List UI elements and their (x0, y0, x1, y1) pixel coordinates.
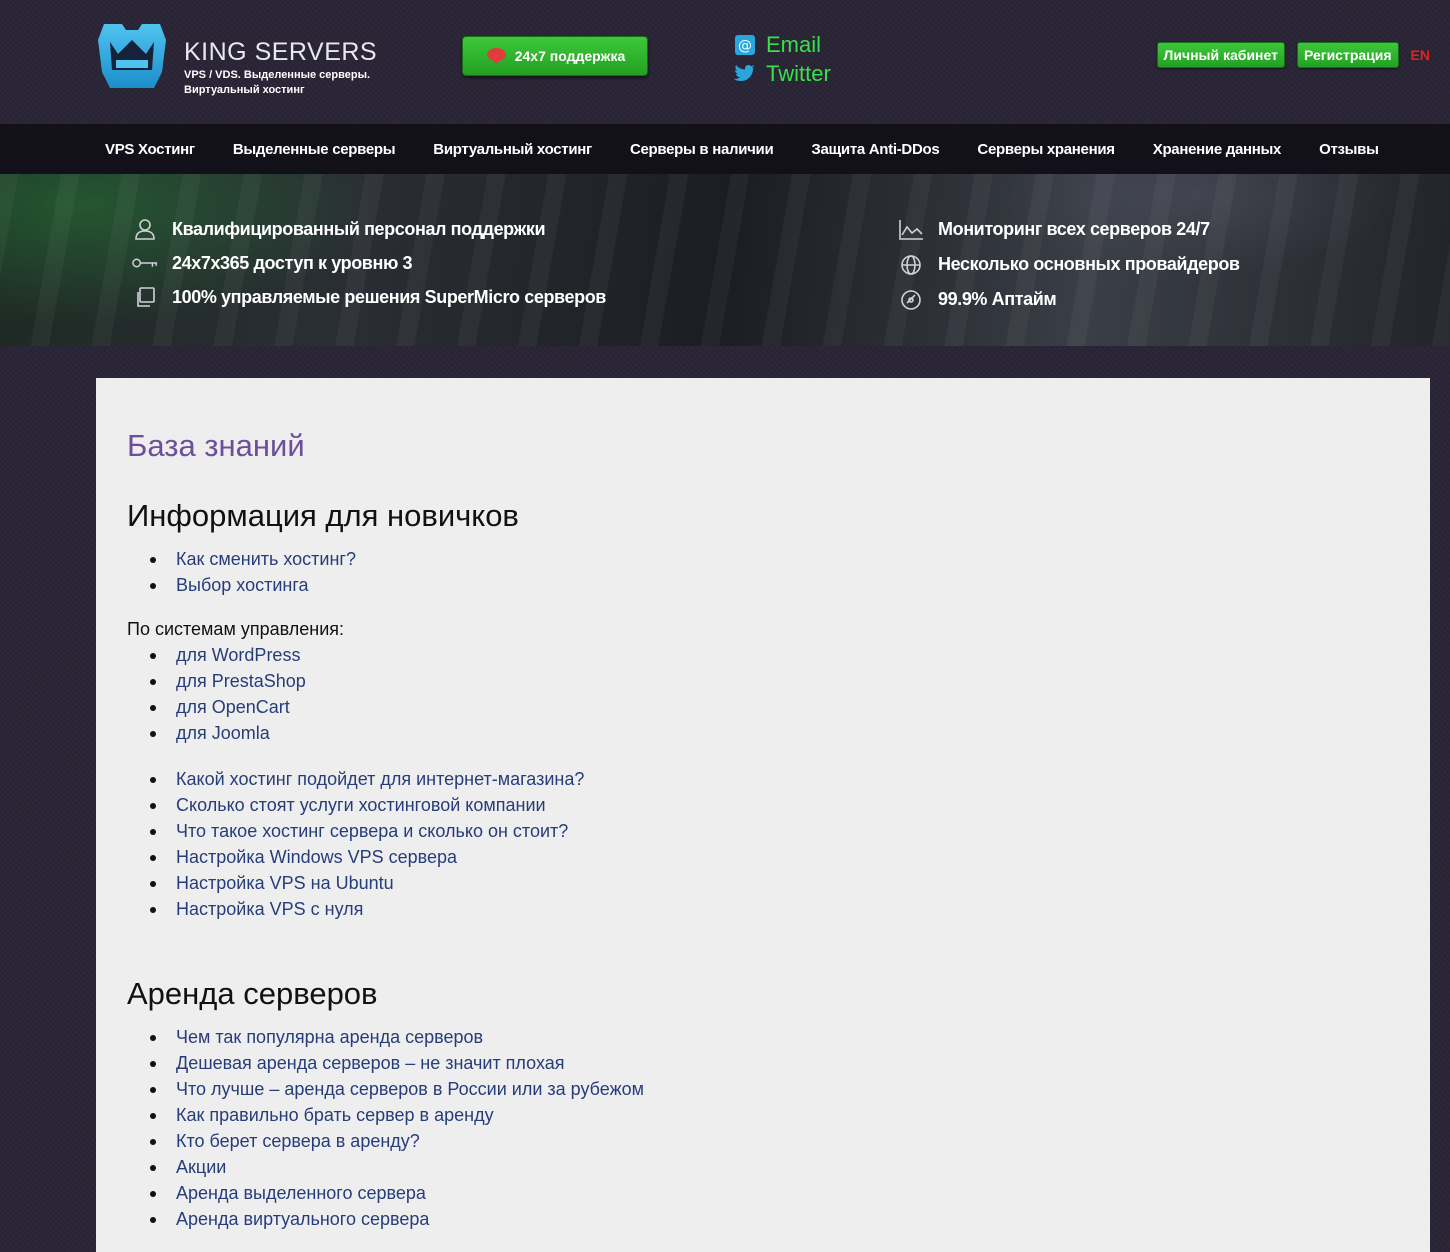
user-icon (132, 218, 158, 240)
feature-item: 100% управляемые решения SuperMicro серв… (132, 280, 606, 314)
site-logo[interactable]: KING SERVERS VPS / VDS. Выделенные серве… (96, 20, 377, 98)
list-item[interactable]: для OpenCart (150, 694, 306, 720)
list-item[interactable]: Что лучше – аренда серверов в России или… (150, 1076, 644, 1102)
section-title-rental: Аренда серверов (127, 976, 378, 1011)
list-item[interactable]: Как сменить хостинг? (150, 546, 356, 572)
rental-list: Чем так популярна аренда серверов Дешева… (150, 1024, 644, 1232)
page-title: База знаний (127, 428, 305, 463)
main-content: База знаний Информация для новичков Как … (96, 378, 1430, 1252)
features-banner: Квалифицированный персонал поддержки 24x… (0, 174, 1450, 346)
key-icon (132, 252, 158, 274)
main-nav: VPS Хостинг Выделенные серверы Виртуальн… (0, 124, 1450, 174)
list-item[interactable]: Выбор хостинга (150, 572, 356, 598)
chart-line-icon (898, 219, 924, 241)
email-at-icon: @ (734, 34, 756, 56)
cms-list: для WordPress для PrestaShop для OpenCar… (150, 642, 306, 746)
feature-item: 99.9% Аптайм (898, 282, 1240, 317)
register-button[interactable]: Регистрация (1296, 42, 1399, 68)
list-item[interactable]: Какой хостинг подойдет для интернет-мага… (149, 766, 584, 792)
feature-text: 99.9% Аптайм (938, 289, 1057, 309)
list-item[interactable]: Как правильно брать сервер в аренду (150, 1102, 644, 1128)
svg-text:@: @ (738, 38, 752, 54)
brand-subtitle-line1: VPS / VDS. Выделенные серверы. (184, 69, 371, 81)
feature-text: Несколько основных провайдеров (938, 254, 1240, 274)
beginners-list: Как сменить хостинг? Выбор хостинга (150, 546, 356, 598)
twitter-label: Twitter (766, 60, 831, 86)
chat-bubble-icon (485, 46, 509, 66)
globe-icon (898, 254, 924, 276)
feature-item: Квалифицированный персонал поддержки (132, 212, 606, 246)
nav-item-storage-servers[interactable]: Серверы хранения (977, 141, 1115, 158)
email-link[interactable]: @ Email (734, 30, 831, 59)
feature-text: 24x7x365 доступ к уровню 3 (172, 252, 413, 273)
email-label: Email (766, 31, 822, 57)
list-item[interactable]: Настройка VPS с нуля (149, 896, 584, 922)
support-button[interactable]: 24x7 поддержка (462, 36, 648, 76)
nav-item-data-storage[interactable]: Хранение данных (1153, 141, 1282, 158)
gauge-icon (898, 289, 924, 311)
account-links: Личный кабинет Регистрация EN (1156, 42, 1430, 68)
brand-title: KING SERVERS (184, 38, 378, 66)
list-item[interactable]: Что такое хостинг сервера и сколько он с… (149, 818, 584, 844)
nav-item-reviews[interactable]: Отзывы (1319, 141, 1379, 158)
features-left: Квалифицированный персонал поддержки 24x… (132, 212, 606, 314)
list-item[interactable]: Чем так популярна аренда серверов (150, 1024, 644, 1050)
copy-icon (132, 286, 158, 308)
nav-item-virtual-hosting[interactable]: Виртуальный хостинг (433, 141, 592, 158)
feature-text: Квалифицированный персонал поддержки (172, 218, 546, 239)
feature-item: Несколько основных провайдеров (898, 247, 1240, 282)
list-item[interactable]: для PrestaShop (150, 668, 306, 694)
list-item[interactable]: Сколько стоят услуги хостинговой компани… (149, 792, 584, 818)
feature-item: Мониторинг всех серверов 24/7 (898, 212, 1240, 247)
crown-logo-icon (98, 24, 166, 88)
nav-item-dedicated[interactable]: Выделенные серверы (233, 141, 396, 158)
site-header: KING SERVERS VPS / VDS. Выделенные серве… (0, 0, 1450, 124)
list-item[interactable]: Настройка VPS на Ubuntu (149, 870, 584, 896)
list-item[interactable]: Настройка Windows VPS сервера (149, 844, 584, 870)
more-list: Какой хостинг подойдет для интернет-мага… (149, 766, 584, 922)
list-item[interactable]: Кто берет сервера в аренду? (150, 1128, 644, 1154)
list-item[interactable]: Аренда выделенного сервера (150, 1180, 644, 1206)
brand-subtitle-line2: Виртуальный хостинг (184, 84, 305, 96)
contact-links: @ Email Twitter (734, 30, 831, 88)
list-item[interactable]: для Joomla (150, 720, 306, 746)
list-item[interactable]: Аренда виртуального сервера (150, 1206, 644, 1232)
cms-label: По системам управления: (127, 619, 344, 639)
feature-item: 24x7x365 доступ к уровню 3 (132, 246, 606, 280)
twitter-link[interactable]: Twitter (734, 59, 831, 88)
section-title-beginners: Информация для новичков (127, 498, 519, 533)
list-item[interactable]: для WordPress (150, 642, 306, 668)
nav-item-vps[interactable]: VPS Хостинг (105, 141, 195, 158)
nav-item-anti-ddos[interactable]: Защита Anti-DDos (811, 141, 939, 158)
feature-text: Мониторинг всех серверов 24/7 (938, 219, 1210, 239)
feature-text: 100% управляемые решения SuperMicro серв… (172, 286, 606, 307)
language-switch[interactable]: EN (1411, 47, 1430, 63)
twitter-bird-icon (734, 63, 756, 85)
list-item[interactable]: Акции (150, 1154, 644, 1180)
support-label: 24x7 поддержка (514, 48, 626, 64)
cabinet-button[interactable]: Личный кабинет (1156, 42, 1285, 68)
nav-item-in-stock[interactable]: Серверы в наличии (630, 141, 774, 158)
list-item[interactable]: Дешевая аренда серверов – не значит плох… (150, 1050, 644, 1076)
features-right: Мониторинг всех серверов 24/7 Несколько … (898, 212, 1240, 317)
